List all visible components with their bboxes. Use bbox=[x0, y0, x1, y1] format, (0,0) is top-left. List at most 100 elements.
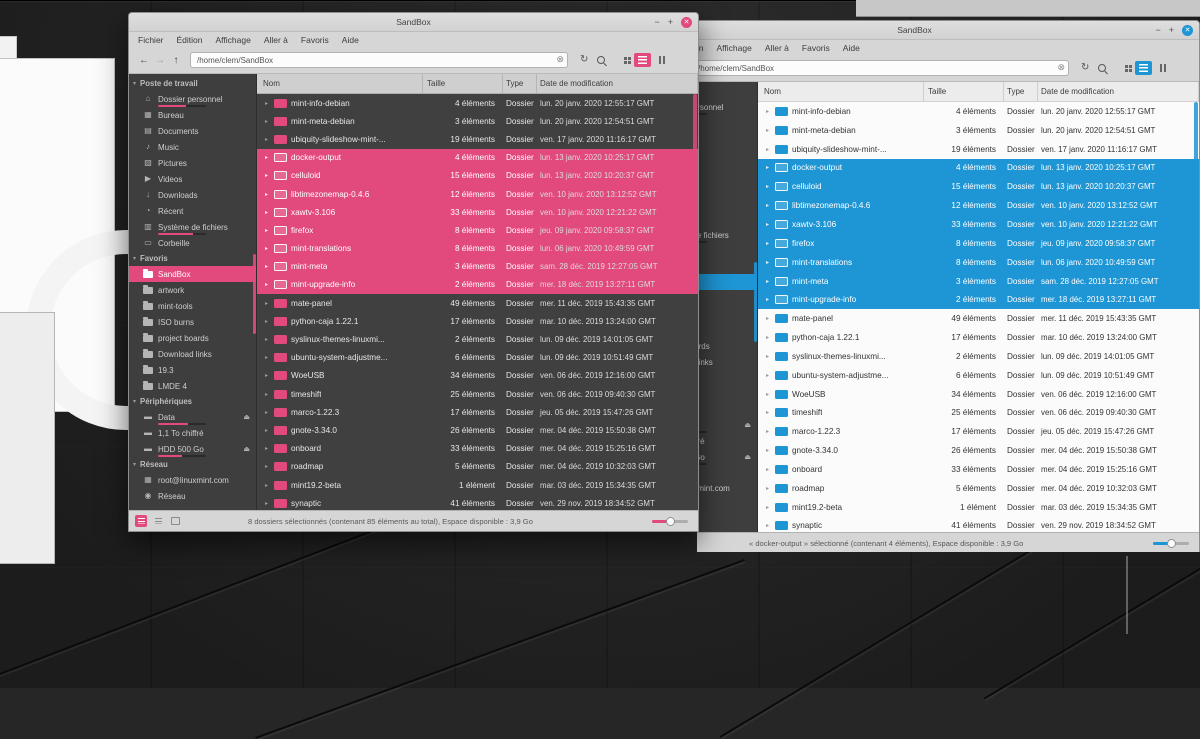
zoom-slider[interactable] bbox=[652, 520, 688, 523]
expander-icon[interactable]: ▸ bbox=[263, 391, 270, 398]
table-row[interactable]: ▸python-caja 1.22.117 élémentsDossiermar… bbox=[758, 328, 1199, 347]
table-row[interactable]: ▸syslinux-themes-linuxmi...2 élémentsDos… bbox=[257, 330, 698, 348]
expander-icon[interactable]: ▸ bbox=[263, 263, 270, 270]
expander-icon[interactable]: ▸ bbox=[263, 354, 270, 361]
table-row[interactable]: ▸firefox8 élémentsDossierjeu. 09 janv. 2… bbox=[257, 221, 698, 239]
table-row[interactable]: ▸firefox8 élémentsDossierjeu. 09 janv. 2… bbox=[758, 234, 1199, 253]
table-row[interactable]: ▸gnote-3.34.026 élémentsDossiermer. 04 d… bbox=[257, 421, 698, 439]
sidebar-item-iso-burns[interactable]: ISO burns bbox=[129, 314, 256, 330]
maximize-button-icon[interactable]: + bbox=[1169, 26, 1174, 35]
sidebar-section-header[interactable]: ▾Réseau bbox=[129, 457, 256, 472]
expander-icon[interactable]: ▸ bbox=[263, 191, 270, 198]
sidebar-item-hdd-500-go[interactable]: ▬HDD 500 Go⏏ bbox=[697, 449, 757, 465]
list-scrollbar[interactable] bbox=[693, 94, 697, 244]
menu-item--dition[interactable]: Édition bbox=[177, 35, 203, 45]
sidebar-scrollbar[interactable] bbox=[754, 262, 757, 342]
list-view-button[interactable] bbox=[1135, 61, 1152, 75]
expander-icon[interactable]: ▸ bbox=[263, 445, 270, 452]
sidebar-scrollbar[interactable] bbox=[253, 254, 256, 334]
sidebar-item-data[interactable]: ▬Data⏏ bbox=[697, 417, 757, 433]
sidebar-item-r-cent[interactable]: ◔Récent bbox=[697, 211, 757, 227]
history-toggle-button[interactable] bbox=[169, 515, 181, 527]
table-row[interactable]: ▸marco-1.22.317 élémentsDossierjeu. 05 d… bbox=[257, 403, 698, 421]
table-row[interactable]: ▸mint-meta3 élémentsDossiersam. 28 déc. … bbox=[758, 272, 1199, 291]
expander-icon[interactable]: ▸ bbox=[764, 164, 771, 171]
expander-icon[interactable]: ▸ bbox=[764, 296, 771, 303]
table-row[interactable]: ▸WoeUSB34 élémentsDossierven. 06 déc. 20… bbox=[257, 367, 698, 385]
table-row[interactable]: ▸mint-translations8 élémentsDossierlun. … bbox=[758, 253, 1199, 272]
table-row[interactable]: ▸timeshift25 élémentsDossierven. 06 déc.… bbox=[257, 385, 698, 403]
expander-icon[interactable]: ▸ bbox=[263, 409, 270, 416]
zoom-slider-knob[interactable] bbox=[1167, 539, 1176, 548]
expander-icon[interactable]: ▸ bbox=[764, 485, 771, 492]
table-row[interactable]: ▸ubiquity-slideshow-mint-...19 élémentsD… bbox=[257, 130, 698, 148]
table-row[interactable]: ▸docker-output4 élémentsDossierlun. 13 j… bbox=[257, 149, 698, 167]
sidebar-item-videos[interactable]: ▶Videos bbox=[697, 179, 757, 195]
column-header-date[interactable]: Date de modification bbox=[537, 74, 698, 93]
table-row[interactable]: ▸onboard33 élémentsDossiermer. 04 déc. 2… bbox=[257, 440, 698, 458]
back-button-icon[interactable]: ← bbox=[136, 55, 152, 66]
expander-icon[interactable]: ▸ bbox=[263, 227, 270, 234]
table-row[interactable]: ▸ubuntu-system-adjustme...6 élémentsDoss… bbox=[257, 349, 698, 367]
sidebar-section-header[interactable]: ▾Périphériques bbox=[129, 394, 256, 409]
search-icon[interactable] bbox=[597, 56, 605, 64]
menu-item-favoris[interactable]: Favoris bbox=[301, 35, 329, 45]
expander-icon[interactable]: ▸ bbox=[764, 202, 771, 209]
expander-icon[interactable]: ▸ bbox=[263, 172, 270, 179]
table-row[interactable]: ▸python-caja 1.22.117 élémentsDossiermar… bbox=[257, 312, 698, 330]
column-header-size[interactable]: Taille bbox=[924, 82, 1004, 101]
tree-toggle-button[interactable] bbox=[152, 515, 164, 527]
expander-icon[interactable]: ▸ bbox=[263, 154, 270, 161]
menu-item-favoris[interactable]: Favoris bbox=[802, 43, 830, 53]
expander-icon[interactable]: ▸ bbox=[263, 118, 270, 125]
table-row[interactable]: ▸mint-meta3 élémentsDossiersam. 28 déc. … bbox=[257, 258, 698, 276]
table-row[interactable]: ▸synaptic41 élémentsDossierven. 29 nov. … bbox=[758, 517, 1199, 532]
sidebar-item-project-boards[interactable]: project boards bbox=[129, 330, 256, 346]
sidebar-item-downloads[interactable]: ↓Downloads bbox=[129, 187, 256, 203]
sidebar-item-downloads[interactable]: ↓Downloads bbox=[697, 195, 757, 211]
sidebar-item-r-cent[interactable]: ◔Récent bbox=[129, 203, 256, 219]
table-row[interactable]: ▸xawtv-3.10633 élémentsDossierven. 10 ja… bbox=[758, 215, 1199, 234]
menu-item-aller-[interactable]: Aller à bbox=[264, 35, 288, 45]
sidebar-item-videos[interactable]: ▶Videos bbox=[129, 171, 256, 187]
table-row[interactable]: ▸marco-1.22.317 élémentsDossierjeu. 05 d… bbox=[758, 422, 1199, 441]
expander-icon[interactable]: ▸ bbox=[764, 522, 771, 529]
column-header-type[interactable]: Type bbox=[503, 74, 537, 93]
sidebar-item-mint-tools[interactable]: mint-tools bbox=[697, 306, 757, 322]
expander-icon[interactable]: ▸ bbox=[764, 278, 771, 285]
list-scrollbar[interactable] bbox=[1194, 102, 1198, 252]
expander-icon[interactable]: ▸ bbox=[764, 334, 771, 341]
minimize-button-icon[interactable]: − bbox=[654, 18, 659, 27]
expander-icon[interactable]: ▸ bbox=[764, 240, 771, 247]
expander-icon[interactable]: ▸ bbox=[764, 447, 771, 454]
expander-icon[interactable]: ▸ bbox=[263, 100, 270, 107]
places-toggle-button[interactable] bbox=[135, 515, 147, 527]
sidebar-item-dossier-personnel[interactable]: ⌂Dossier personnel bbox=[129, 91, 256, 107]
expander-icon[interactable]: ▸ bbox=[764, 428, 771, 435]
search-icon[interactable] bbox=[1098, 64, 1106, 72]
expander-icon[interactable]: ▸ bbox=[764, 108, 771, 115]
close-button-icon[interactable]: ✕ bbox=[1182, 25, 1193, 36]
expander-icon[interactable]: ▸ bbox=[263, 136, 270, 143]
column-header-name[interactable]: Nom bbox=[758, 82, 924, 101]
refresh-icon[interactable]: ↻ bbox=[580, 55, 588, 65]
expander-icon[interactable]: ▸ bbox=[263, 281, 270, 288]
expander-icon[interactable]: ▸ bbox=[764, 391, 771, 398]
sidebar-item-iso-burns[interactable]: ISO burns bbox=[697, 322, 757, 338]
sidebar-item-corbeille[interactable]: ▭Corbeille bbox=[697, 243, 757, 259]
table-row[interactable]: ▸WoeUSB34 élémentsDossierven. 06 déc. 20… bbox=[758, 385, 1199, 404]
expander-icon[interactable]: ▸ bbox=[764, 372, 771, 379]
sidebar-item-documents[interactable]: ▤Documents bbox=[697, 131, 757, 147]
sidebar-item-1-1-to-chiffr-[interactable]: ▬1,1 To chiffré bbox=[129, 425, 256, 441]
clear-location-icon[interactable]: ⊗ bbox=[556, 55, 564, 64]
column-header-date[interactable]: Date de modification bbox=[1038, 82, 1199, 101]
table-row[interactable]: ▸onboard33 élémentsDossiermer. 04 déc. 2… bbox=[758, 460, 1199, 479]
expander-icon[interactable]: ▸ bbox=[764, 127, 771, 134]
sidebar-section-header[interactable]: ▾Favoris bbox=[129, 251, 256, 266]
table-row[interactable]: ▸celluloid15 élémentsDossierlun. 13 janv… bbox=[758, 177, 1199, 196]
sidebar-section-header[interactable]: ▾Poste de travail bbox=[697, 84, 757, 99]
expander-icon[interactable]: ▸ bbox=[263, 300, 270, 307]
zoom-slider[interactable] bbox=[1153, 542, 1189, 545]
column-header-type[interactable]: Type bbox=[1004, 82, 1038, 101]
table-row[interactable]: ▸mint19.2-beta1 élémentDossiermar. 03 dé… bbox=[758, 498, 1199, 517]
